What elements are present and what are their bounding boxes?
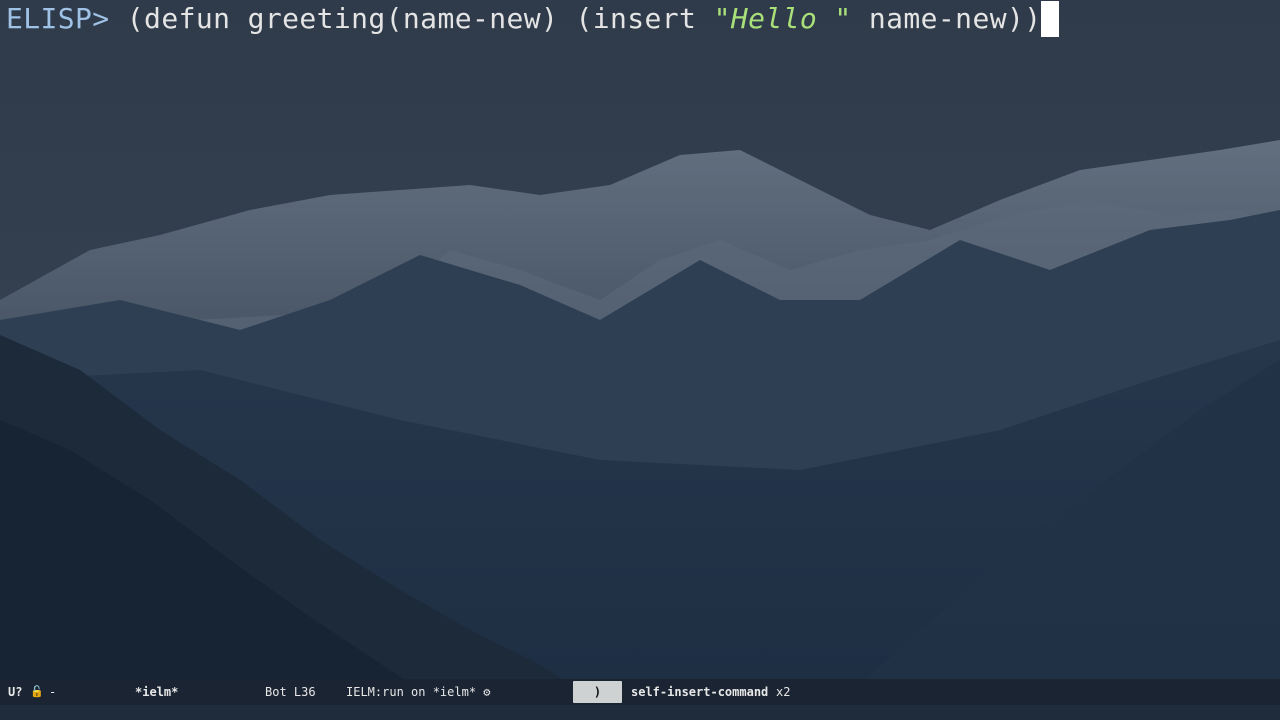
lock-icon[interactable]: 🔓 [30, 679, 44, 705]
string-word: Hello [730, 2, 818, 35]
emacs-frame: ELISP> (defun greeting(name-new) (insert… [0, 0, 1280, 720]
repl-input-line[interactable]: ELISP> (defun greeting(name-new) (insert… [6, 0, 1060, 38]
command-repeat-count: x2 [776, 685, 791, 699]
repl-prompt: ELISP> [6, 2, 110, 35]
buffer-status: U? [8, 685, 23, 699]
string-open-quote: " [713, 2, 731, 35]
last-command: self-insert-command [631, 685, 769, 699]
minibuffer[interactable] [0, 705, 1280, 720]
last-key-indicator: ) [573, 681, 622, 703]
code-text: (defun greeting(name-new) (insert [109, 2, 714, 35]
modeline-dash: - [49, 685, 57, 699]
ielm-buffer[interactable]: ELISP> (defun greeting(name-new) (insert… [0, 0, 1280, 680]
code-text-tail: name-new)) [851, 2, 1042, 35]
text-cursor [1041, 1, 1060, 37]
process-status[interactable]: IELM:run on *ielm* ⚙ [346, 679, 491, 705]
buffer-position[interactable]: Bot L36 [265, 679, 316, 705]
mode-line: U? 🔓 - *ielm* Bot L36 IELM:run on *ielm*… [0, 679, 1280, 705]
buffer-name[interactable]: *ielm* [135, 679, 178, 705]
string-close: " [817, 2, 852, 35]
